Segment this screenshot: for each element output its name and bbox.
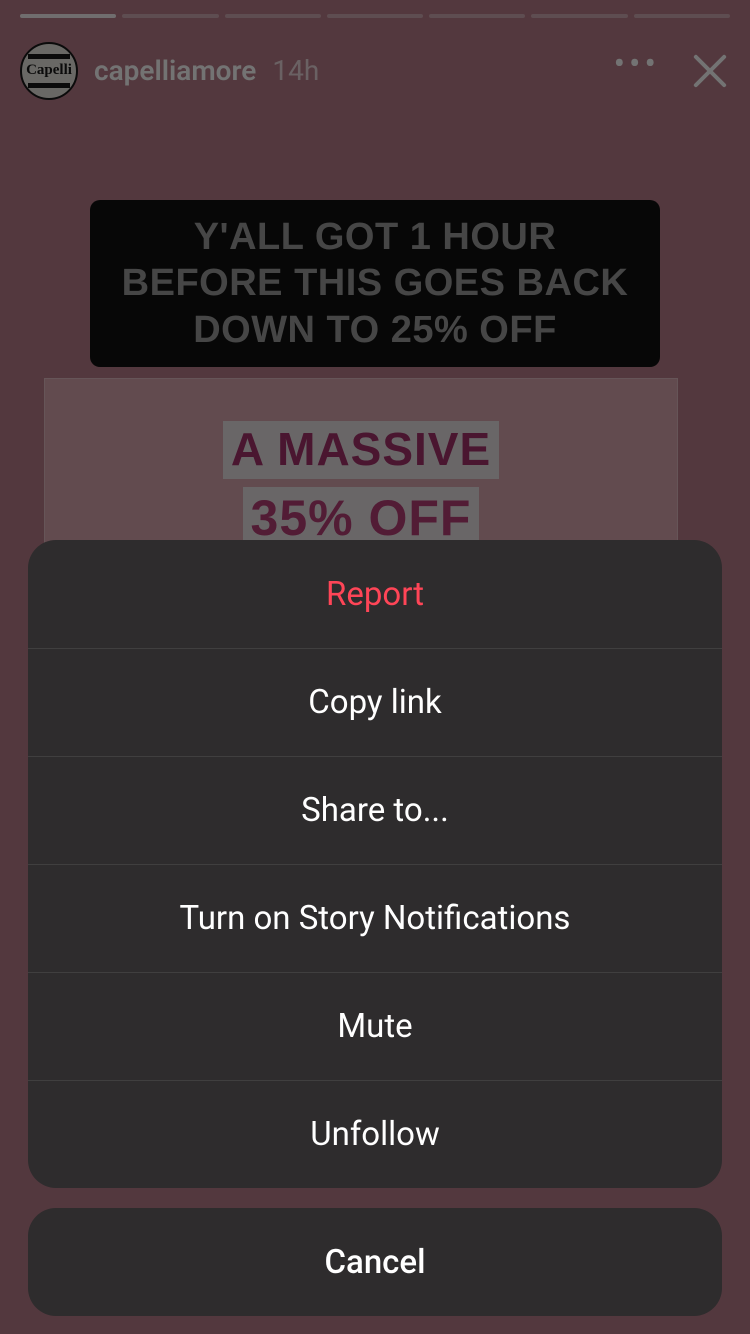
sheet-item-label: Turn on Story Notifications	[180, 899, 571, 938]
cancel-button[interactable]: Cancel	[28, 1208, 722, 1316]
story-notifications-option[interactable]: Turn on Story Notifications	[28, 864, 722, 972]
sheet-item-label: Unfollow	[310, 1115, 440, 1154]
sheet-item-label: Mute	[337, 1007, 412, 1046]
copy-link-option[interactable]: Copy link	[28, 648, 722, 756]
action-sheet: Report Copy link Share to... Turn on Story …	[28, 540, 722, 1188]
cancel-label: Cancel	[324, 1243, 425, 1282]
action-sheet-container: Report Copy link Share to... Turn on Story …	[28, 540, 722, 1316]
unfollow-option[interactable]: Unfollow	[28, 1080, 722, 1188]
sheet-item-label: Report	[326, 575, 424, 614]
sheet-item-label: Share to...	[301, 791, 449, 830]
sheet-item-label: Copy link	[308, 683, 441, 722]
report-option[interactable]: Report	[28, 540, 722, 648]
mute-option[interactable]: Mute	[28, 972, 722, 1080]
share-to-option[interactable]: Share to...	[28, 756, 722, 864]
